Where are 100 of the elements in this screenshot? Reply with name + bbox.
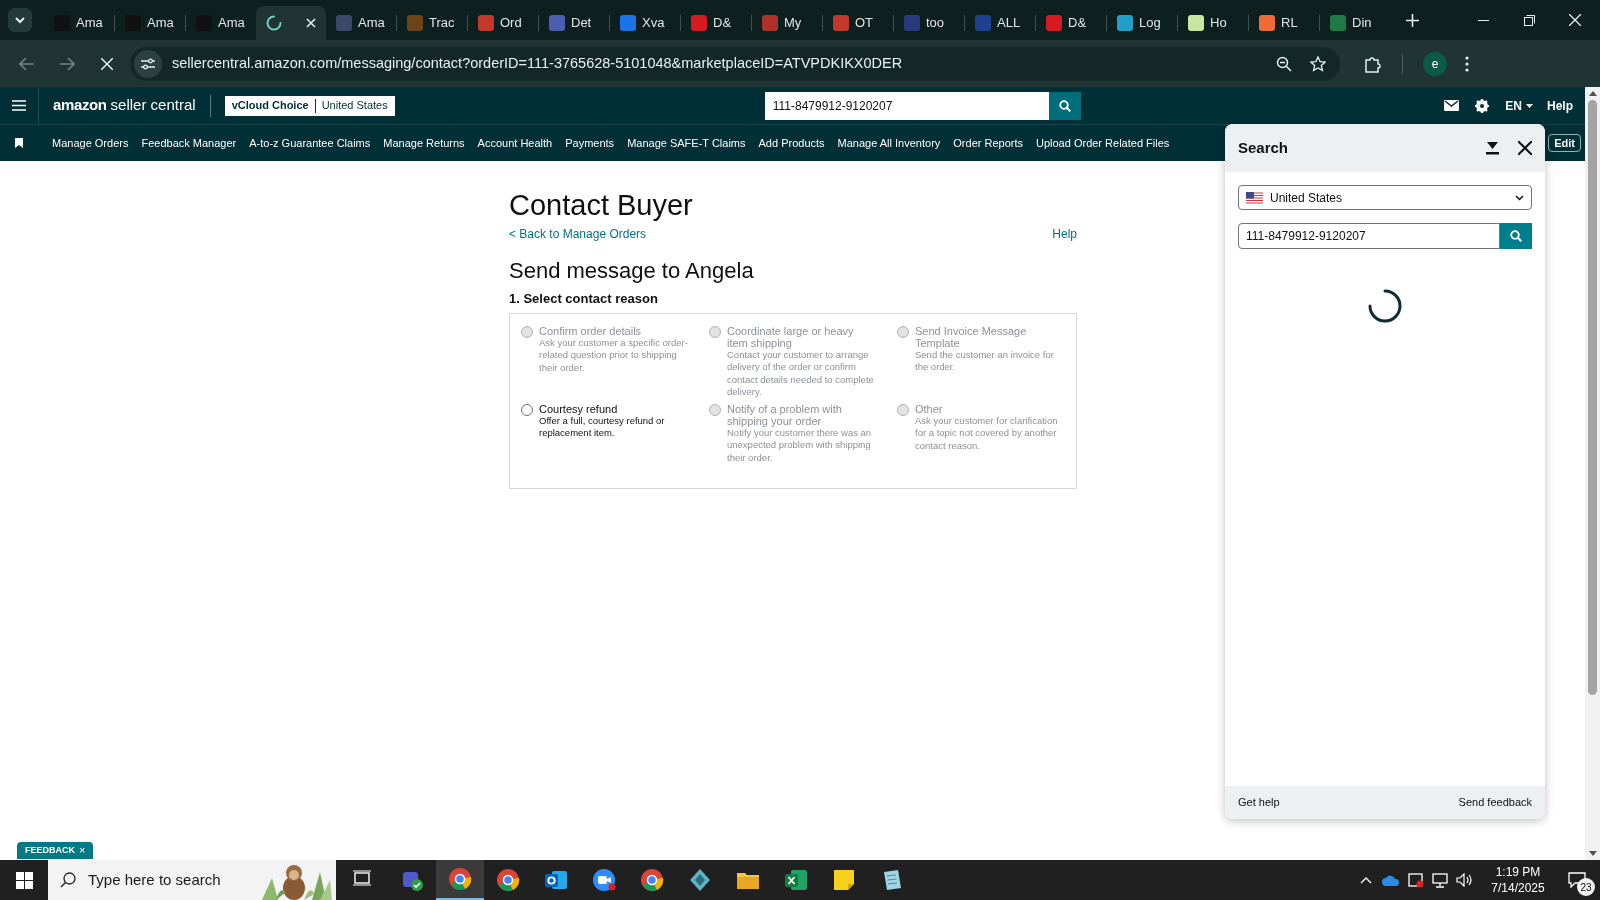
nav-link[interactable]: Feedback Manager (141, 134, 237, 152)
star-icon[interactable] (1310, 55, 1326, 72)
clock-time[interactable]: 1:19 PM (1495, 864, 1541, 880)
scroll-up-icon[interactable] (1588, 91, 1597, 96)
nav-link[interactable]: Manage Returns (383, 134, 465, 152)
nav-link[interactable]: Add Products (758, 134, 825, 152)
mail-icon[interactable] (1444, 100, 1460, 111)
settings-icon[interactable] (1475, 98, 1490, 113)
country-dropdown[interactable]: United States (1238, 185, 1532, 210)
chrome-icon (496, 868, 520, 892)
loading-spinner-icon (266, 15, 282, 31)
browser-tab[interactable]: D& (1036, 6, 1106, 40)
profile-avatar[interactable]: e (1423, 51, 1447, 76)
notification-button[interactable]: 23 (1554, 860, 1600, 900)
radio-button[interactable] (521, 403, 533, 416)
search-button[interactable] (1048, 91, 1081, 120)
reason-title: Courtesy refund (539, 402, 619, 415)
browser-tab[interactable] (256, 6, 326, 40)
chevron-icon (1515, 194, 1524, 201)
taskbar-app-button[interactable] (436, 860, 484, 900)
page-title: Contact Buyer (509, 188, 694, 223)
chevron-up-icon[interactable] (1360, 876, 1372, 884)
order-search-field[interactable]: 111-8479912-9120207 (1238, 223, 1500, 249)
notification-count: 23 (1577, 878, 1595, 896)
scrollbar[interactable] (1585, 87, 1600, 860)
language-menu[interactable]: EN (1505, 96, 1533, 115)
network-icon[interactable] (1432, 872, 1448, 888)
logo[interactable]: amazon seller central (53, 94, 196, 117)
zoom-out-icon[interactable] (1276, 55, 1292, 72)
scrollbar-thumb[interactable] (1588, 100, 1597, 695)
browser-tab[interactable]: RL (1249, 6, 1319, 40)
site-info-button[interactable] (134, 49, 162, 78)
scroll-down-icon[interactable] (1588, 851, 1597, 856)
sliders-icon (141, 57, 155, 70)
browser-tab[interactable]: Trac (397, 6, 467, 40)
clock-date[interactable]: 7/14/2025 (1491, 880, 1545, 896)
browser-tab[interactable]: Ama (115, 6, 185, 40)
reason-description: Send the customer an invoice for the order. (915, 348, 1055, 374)
close-button[interactable]: × (79, 842, 86, 859)
reason-description: Notify your customer there was an unexpected problem with shipping their order. (727, 426, 873, 464)
nav-link[interactable]: Manage All Inventory (837, 134, 941, 152)
search-icon (1510, 230, 1522, 242)
close-icon (306, 18, 316, 28)
nav-link[interactable]: Order Reports (953, 134, 1023, 152)
volume-icon[interactable] (1456, 873, 1472, 887)
cloud-icon[interactable] (1382, 874, 1400, 886)
reason-title: Confirm order details (539, 324, 643, 337)
browser-tab[interactable]: Ama (44, 6, 114, 40)
bookmark-icon[interactable] (15, 138, 23, 148)
browser-tab[interactable]: Log (1107, 6, 1177, 40)
minimize-panel-icon[interactable] (1486, 141, 1499, 155)
nav-link[interactable]: Upload Order Related Files (1036, 134, 1170, 152)
browser-tab[interactable]: OT (823, 6, 893, 40)
taskbar-search-field[interactable]: Type here to search (48, 860, 336, 900)
browser-tab[interactable]: Xva (610, 6, 680, 40)
tab-search-button[interactable] (8, 8, 32, 32)
nav-link[interactable]: Manage SAFE-T Claims (627, 134, 746, 152)
nav-link[interactable]: Payments (565, 134, 615, 152)
back-link[interactable]: < Back to Manage Orders (509, 225, 647, 243)
panel-title: Search (1238, 137, 1289, 158)
reason-description: Contact your customer to arrange delivery of the order or confirm contact details needed to complete delivery. (727, 348, 875, 399)
restore-icon (1523, 14, 1535, 26)
nav-link[interactable]: A-to-z Guarantee Claims (249, 134, 371, 152)
close-icon (101, 57, 113, 70)
browser-tab[interactable]: Ama (186, 6, 256, 40)
browser-tab[interactable]: too (894, 6, 964, 40)
puzzle-icon[interactable] (1364, 54, 1382, 73)
forward-arrow-icon (59, 56, 75, 71)
get-help-link[interactable]: Get help (1238, 794, 1280, 811)
menu-icon[interactable] (12, 100, 26, 111)
browser-tab[interactable]: Det (539, 6, 609, 40)
edit-button[interactable]: Edit (1548, 134, 1581, 152)
browser-tab[interactable]: Din (1320, 6, 1390, 40)
help-link[interactable]: Help (1547, 96, 1573, 115)
menu-icon[interactable] (1465, 55, 1469, 72)
browser-tab[interactable]: ALL (965, 6, 1035, 40)
spreadsheet-icon (784, 868, 808, 892)
close-icon[interactable] (1518, 141, 1532, 155)
nav-link[interactable]: Account Health (477, 134, 553, 152)
nav-link[interactable]: Manage Orders (52, 134, 129, 152)
plus-icon (1405, 13, 1419, 27)
browser-tab[interactable]: Ama (326, 6, 396, 40)
browser-tab[interactable]: My (752, 6, 822, 40)
reason-title: Other (915, 402, 944, 415)
browser-tab[interactable]: Ho (1178, 6, 1248, 40)
message-heading: Send message to Angela (509, 257, 755, 285)
address-bar[interactable]: sellercentral.amazon.com/messaging/contact?orderID=111-3765628-5101048&marketplaceID=ATVPDKIKX0DER (130, 46, 1340, 81)
close-icon (1569, 14, 1581, 26)
browser-tab[interactable]: D& (681, 6, 751, 40)
reason-title: Send Invoice Message Template (915, 324, 1028, 349)
feedback-tab[interactable]: FEEDBACK × (17, 842, 94, 859)
chevron-icon (15, 16, 25, 24)
reason-description: Offer a full, courtesy refund or replacement item. (539, 414, 666, 440)
send-feedback-link[interactable]: Send feedback (1458, 794, 1532, 811)
search-icon (60, 872, 76, 888)
step-heading: 1. Select contact reason (509, 290, 659, 308)
help-link[interactable]: Help (1052, 225, 1077, 243)
search-field[interactable]: 111-8479912-9120207 (764, 91, 1049, 120)
browser-tab[interactable]: Ord (468, 6, 538, 40)
account-switcher[interactable]: vCloud Choice United States (224, 95, 395, 116)
